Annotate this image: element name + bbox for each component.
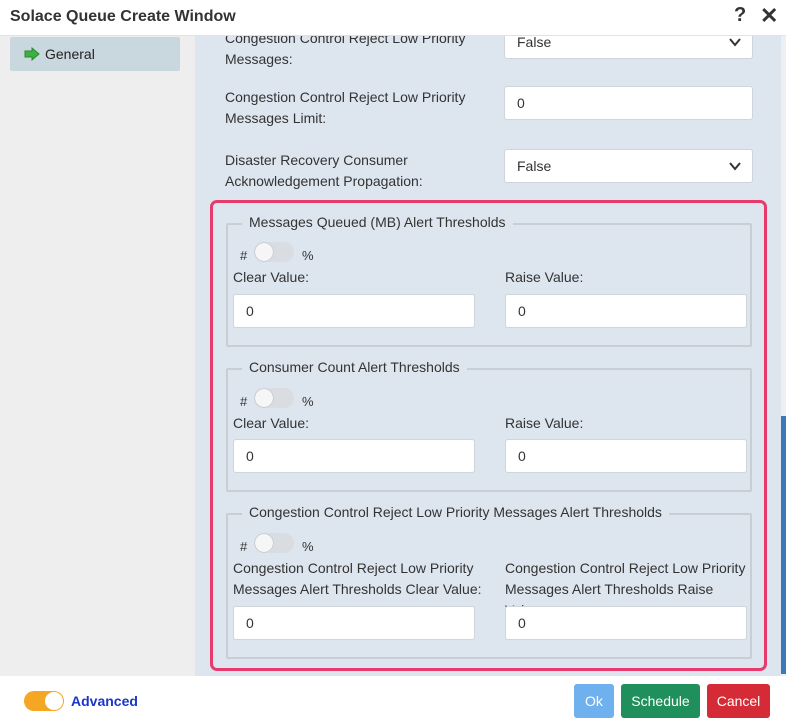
window-title: Solace Queue Create Window (10, 8, 236, 25)
scrollbar[interactable] (781, 36, 786, 676)
dr-consumer-ack-label: Disaster Recovery Consumer Acknowledgeme… (225, 152, 423, 189)
schedule-button[interactable]: Schedule (621, 684, 700, 718)
cc-reject-limit-label: Congestion Control Reject Low Priority M… (225, 89, 466, 126)
sidebar-item-general[interactable]: General (10, 37, 180, 71)
footer: Advanced Ok Schedule Cancel (0, 676, 786, 725)
scrollbar-thumb[interactable] (781, 416, 786, 674)
advanced-label[interactable]: Advanced (71, 693, 138, 709)
ok-button[interactable]: Ok (574, 684, 614, 718)
title-bar: Solace Queue Create Window ? ✕ (0, 0, 786, 36)
sidebar-item-label: General (45, 46, 95, 62)
green-arrow-icon (24, 47, 40, 61)
cc-reject-low-priority-label: Congestion Control Reject Low Priority M… (225, 36, 466, 67)
cc-reject-low-priority-select[interactable]: False (504, 36, 753, 59)
advanced-toggle[interactable] (24, 691, 64, 711)
sidebar: General (0, 36, 195, 676)
cc-reject-limit-input[interactable]: 0 (504, 86, 753, 120)
cancel-button[interactable]: Cancel (707, 684, 770, 718)
dr-consumer-ack-select[interactable]: False (504, 149, 753, 183)
highlight-box (210, 200, 767, 671)
chevron-down-icon (729, 162, 741, 171)
chevron-down-icon (729, 38, 741, 47)
toggle-knob (45, 692, 63, 710)
help-icon[interactable]: ? (734, 4, 746, 27)
close-icon[interactable]: ✕ (760, 3, 778, 29)
